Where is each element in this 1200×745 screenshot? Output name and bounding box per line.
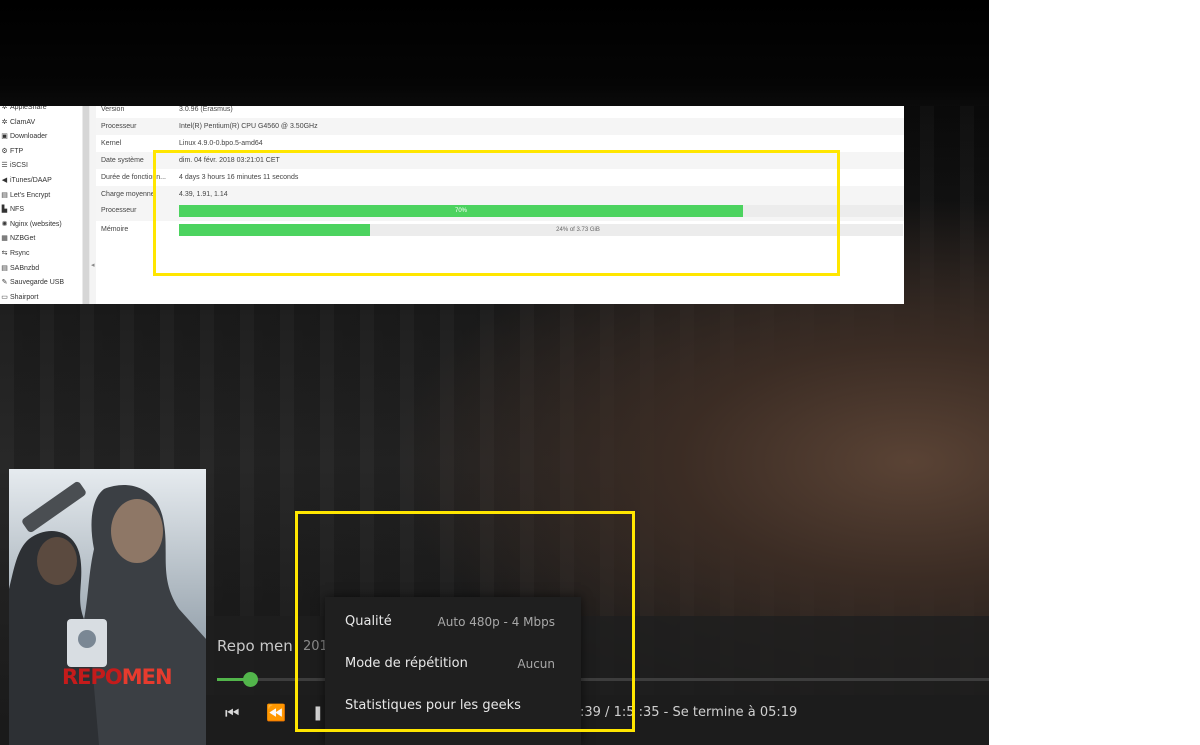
scrollbar-thumb[interactable] [83,106,89,304]
player-info-strip [206,616,989,695]
settings-menu: Qualité Auto 480p - 4 Mbps Mode de répét… [325,597,581,745]
sidebar-item-label: iSCSI [10,162,28,170]
menu-item-label: Mode de répétition [345,656,468,671]
time-display: :39 / 1:5 :35 - Se termine à 05:19 [580,705,798,720]
poster-title: REPOMEN [62,665,173,689]
grid-icon: ▤ [1,264,8,272]
info-key: Version [101,106,125,113]
ftp-icon: ⚙ [1,147,8,155]
info-row: Kernel Linux 4.9.0-0.bpo.5-amd64 [96,135,904,152]
memory-bar-label: 24% of 3.73 GiB [556,227,600,233]
nas-sidebar: ✲ AppleShare ✲ ClamAV ▣ Downloader ⚙ FTP ☰ iSCSI ◀… [0,106,82,304]
menu-item-quality[interactable]: Qualité Auto 480p - 4 Mbps [325,602,581,644]
sidebar-item-label: Nginx (websites) [10,220,62,228]
sidebar-item[interactable]: ▙ NFS [0,203,82,217]
cpu-row: Processeur 70% [96,202,904,221]
sidebar-item[interactable]: ✎ Sauvegarde USB [0,276,82,290]
globe-icon: ✺ [1,220,8,228]
gear-icon: ✲ [1,106,8,111]
menu-item-value: Aucun [517,657,555,671]
gear-icon: ✲ [1,118,8,126]
info-value: Intel(R) Pentium(R) CPU G4560 @ 3.50GHz [179,123,318,130]
sidebar-item-label: NZBGet [10,235,36,243]
poster-title-left: REPO [62,665,123,689]
info-key: Charge moyenne [101,191,155,198]
info-row: Version 3.0.96 (Erasmus) [96,106,904,118]
sidebar-item-label: Rsync [10,250,30,257]
folder-icon: ▙ [1,206,8,214]
menu-item-stats-for-geeks[interactable]: Statistiques pour les geeks [325,686,581,728]
sidebar-item[interactable]: ✲ AppleShare [0,106,82,115]
sidebar-item-label: Shairport [10,293,39,301]
download-icon: ▣ [1,133,8,141]
video-top-area [0,0,989,106]
sidebar-item-label: FTP [10,147,24,155]
cpu-bar-label: 70% [454,208,467,214]
sidebar-item-label: AppleShare [10,106,47,111]
grid-icon: ▦ [1,235,8,243]
sidebar-item[interactable]: ▦ NZBGet [0,232,82,246]
movie-title: Repo men [217,637,293,655]
previous-track-icon[interactable]: ⏮ [225,703,239,723]
monitor-icon: ▭ [1,293,8,301]
menu-item-repeat-mode[interactable]: Mode de répétition Aucun [325,644,581,686]
chevron-left-icon[interactable]: ◂ [91,261,95,269]
sidebar-item[interactable]: ✺ Nginx (websites) [0,218,82,232]
sidebar-item[interactable]: ▤ Let's Encrypt [0,189,82,203]
sidebar-item[interactable]: ✲ ClamAV [0,116,82,130]
sidebar-item-label: NFS [10,206,24,214]
poster-title-right: MEN [121,665,173,689]
info-row: Charge moyenne 4.39, 1.91, 1.14 [96,186,904,203]
memory-row: Mémoire 24% of 3.73 GiB [96,221,904,240]
info-value: dim. 04 févr. 2018 03:21:01 CET [179,157,280,164]
info-value: 4.39, 1.91, 1.14 [179,191,228,198]
info-value: 4 days 3 hours 16 minutes 11 seconds [179,174,299,181]
sidebar-item[interactable]: ◀ iTunes/DAAP [0,174,82,188]
info-key: Processeur [101,123,137,130]
sidebar-item[interactable]: ☰ iSCSI [0,159,82,173]
info-key: Kernel [101,140,122,147]
info-key: Processeur [101,207,137,214]
menu-item-label: Statistiques pour les geeks [345,698,521,713]
sidebar-item[interactable]: ▣ Downloader [0,130,82,144]
movie-poster[interactable]: REPOMEN [9,469,206,745]
menu-item-label: Qualité [345,614,392,629]
poster-artwork [9,469,206,745]
sync-icon: ⇆ [1,250,8,257]
sidebar-item-label: SABnzbd [10,264,40,272]
menu-item-value: Auto 480p - 4 Mbps [437,615,555,629]
server-icon: ☰ [1,162,8,170]
sidebar-item[interactable]: ▤ SABnzbd [0,262,82,276]
sidebar-item-label: ClamAV [10,118,36,126]
info-row: Processeur Intel(R) Pentium(R) CPU G4560 … [96,118,904,135]
cpu-bar: 70% [179,205,903,217]
sidebar-item[interactable]: ⚙ FTP [0,145,82,159]
lock-icon: ▤ [1,191,8,199]
rewind-icon[interactable]: ⏪ [266,703,286,723]
info-key: Date système [101,157,144,164]
info-row: Durée de fonctionn... 4 days 3 hours 16 m… [96,169,904,186]
sidebar-item-label: iTunes/DAAP [10,177,52,184]
sidebar-scrollbar[interactable] [82,106,90,304]
nas-system-info-panel: ✲ AppleShare ✲ ClamAV ▣ Downloader ⚙ FTP ☰ iSCSI ◀… [0,106,904,304]
sidebar-item-label: Downloader [10,133,48,141]
speaker-icon: ◀ [1,177,8,184]
info-value: 3.0.96 (Erasmus) [179,106,233,113]
info-value: Linux 4.9.0-0.bpo.5-amd64 [179,140,263,147]
info-key: Durée de fonctionn... [101,174,166,181]
timeline-handle[interactable] [243,672,258,687]
sidebar-item[interactable]: ▭ Shairport [0,291,82,304]
sidebar-item[interactable]: ⇆ Rsync [0,247,82,261]
sidebar-item-label: Let's Encrypt [10,191,51,199]
sidebar-item-label: Sauvegarde USB [10,279,65,287]
info-key: Mémoire [101,226,129,233]
info-row: Date système dim. 04 févr. 2018 03:21:01 … [96,152,904,169]
memory-bar: 24% of 3.73 GiB [179,224,903,236]
usb-icon: ✎ [1,279,8,287]
